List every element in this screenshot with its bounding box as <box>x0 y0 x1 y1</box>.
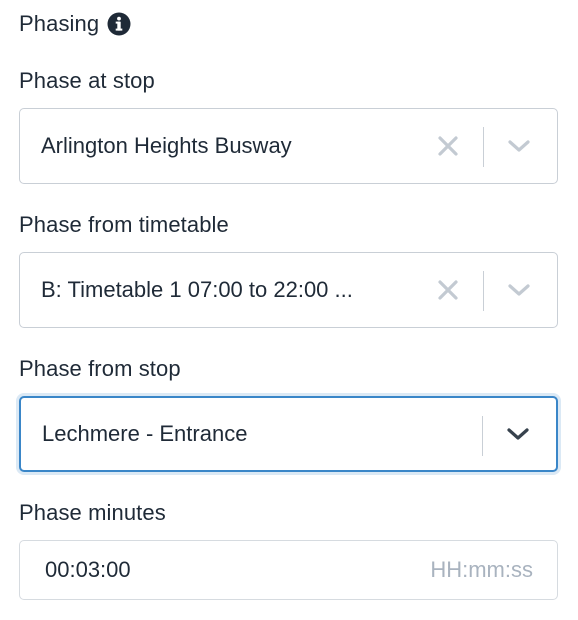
select-divider <box>481 416 483 456</box>
phase-at-stop-label: Phase at stop <box>19 68 155 93</box>
phase-minutes-value: 00:03:00 <box>45 557 131 582</box>
clear-icon[interactable] <box>435 133 461 159</box>
chevron-down-icon[interactable] <box>505 276 533 304</box>
section-header: Phasing <box>19 11 131 37</box>
phase-minutes-label: Phase minutes <box>19 500 166 525</box>
phase-minutes-placeholder: HH:mm:ss <box>430 557 533 582</box>
select-divider <box>482 127 484 167</box>
phase-from-stop-label: Phase from stop <box>19 356 181 381</box>
phase-at-stop-select[interactable]: Arlington Heights Busway <box>19 108 558 184</box>
select-divider <box>482 271 484 311</box>
info-circle-icon[interactable] <box>107 12 131 36</box>
phase-from-timetable-label: Phase from timetable <box>19 212 229 237</box>
phase-at-stop-value: Arlington Heights Busway <box>41 133 292 158</box>
chevron-down-icon[interactable] <box>505 132 533 160</box>
chevron-down-icon[interactable] <box>504 420 532 448</box>
clear-icon[interactable] <box>435 277 461 303</box>
phase-minutes-input[interactable]: 00:03:00 HH:mm:ss <box>19 540 558 600</box>
phase-from-stop-value: Lechmere - Entrance <box>42 421 248 446</box>
phase-from-stop-select[interactable]: Lechmere - Entrance <box>19 396 558 472</box>
phase-from-timetable-value: B: Timetable 1 07:00 to 22:00 ... <box>41 277 353 302</box>
phase-from-timetable-select[interactable]: B: Timetable 1 07:00 to 22:00 ... <box>19 252 558 328</box>
section-title: Phasing <box>19 11 100 36</box>
